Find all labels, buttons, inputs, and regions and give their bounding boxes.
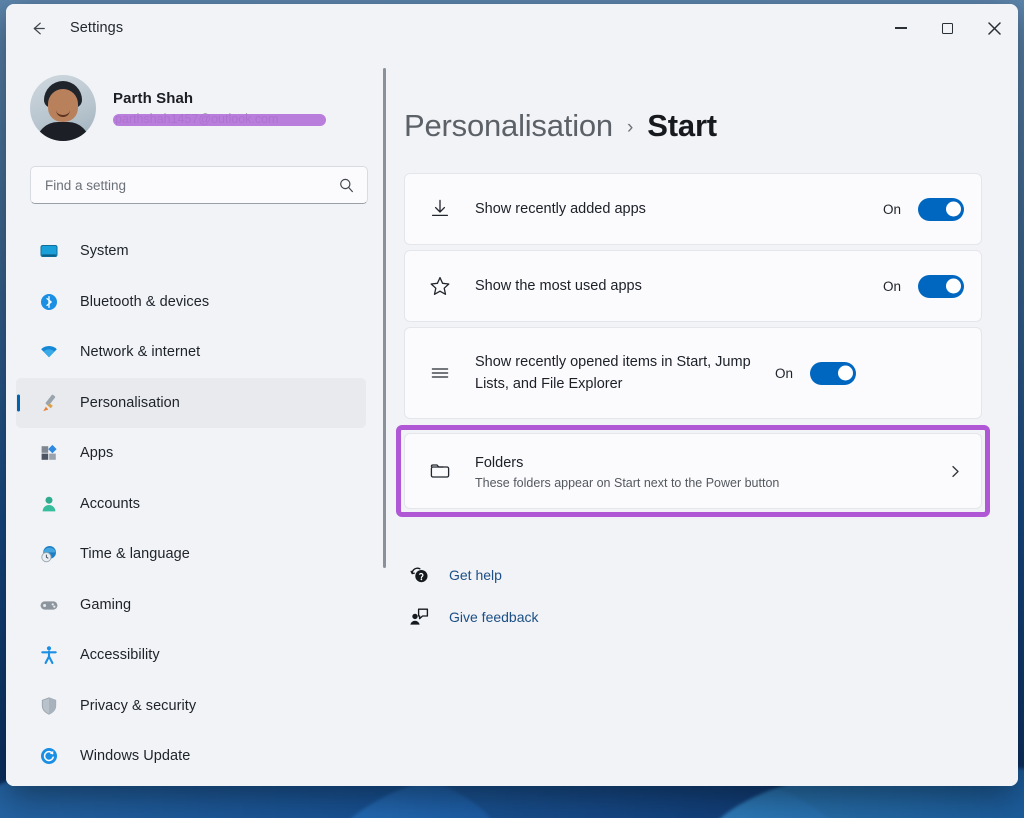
setting-row-recently-opened-items[interactable]: Show recently opened items in Start, Jum… (404, 327, 982, 419)
update-refresh-icon (38, 745, 60, 767)
window-title: Settings (70, 20, 124, 36)
paintbrush-icon (38, 392, 60, 414)
sidebar-item-accounts[interactable]: Accounts (16, 479, 366, 530)
toggle-switch[interactable] (918, 197, 964, 221)
maximize-icon (942, 22, 953, 34)
back-button[interactable] (20, 10, 56, 46)
title-bar: Settings (6, 4, 1018, 52)
folder-icon (427, 458, 453, 484)
sidebar-item-time-language[interactable]: Time & language (16, 529, 366, 580)
apps-grid-icon (38, 442, 60, 464)
sidebar-item-accessibility[interactable]: Accessibility (16, 630, 366, 681)
search-icon (338, 177, 355, 194)
minimize-button[interactable] (877, 4, 924, 52)
setting-title: Show the most used apps (475, 277, 642, 294)
toggle-state-label: On (882, 201, 901, 217)
folders-card-highlight-wrapper: Folders These folders appear on Start ne… (396, 425, 990, 517)
close-button[interactable] (971, 4, 1018, 52)
breadcrumb-separator: › (626, 117, 634, 138)
toggle-state-label: On (882, 278, 901, 294)
sidebar-item-label: Privacy & security (80, 697, 197, 714)
person-icon (38, 493, 60, 515)
star-icon (427, 273, 453, 299)
monitor-icon (38, 240, 60, 262)
sidebar-item-network-internet[interactable]: Network & internet (16, 327, 366, 378)
setting-row-recently-added-apps[interactable]: Show recently added apps On (404, 173, 982, 245)
shield-icon (38, 695, 60, 717)
breadcrumb-parent[interactable]: Personalisation (404, 108, 613, 144)
sidebar-item-label: Time & language (80, 546, 190, 563)
setting-row-folders[interactable]: Folders These folders appear on Start ne… (404, 433, 982, 509)
sidebar-item-label: Accounts (80, 495, 141, 512)
account-name: Parth Shah (113, 89, 194, 107)
sidebar: Parth Shah parthshah1457@outlook.com (6, 52, 390, 786)
setting-title: Show recently opened items in Start, Jum… (475, 353, 751, 392)
bluetooth-icon (38, 291, 60, 313)
clock-globe-icon (38, 543, 60, 565)
minimize-icon (894, 27, 907, 29)
link-give-feedback[interactable]: Give feedback (406, 596, 1018, 638)
gamepad-icon (38, 594, 60, 616)
setting-row-most-used-apps[interactable]: Show the most used apps On (404, 250, 982, 322)
toggle-switch[interactable] (810, 361, 857, 385)
link-label: Get help (449, 567, 502, 583)
desktop: Settings Parth Shah Find a setting Syste… (0, 0, 1024, 818)
sidebar-item-label: Bluetooth & devices (80, 293, 210, 310)
sidebar-item-windows-update[interactable]: Windows Update (16, 731, 366, 782)
setting-subtitle: These folders appear on Start next to th… (475, 475, 780, 490)
sidebar-item-system[interactable]: System (16, 226, 366, 277)
chevron-right-icon[interactable] (947, 463, 964, 480)
sidebar-scrollbar[interactable] (383, 68, 386, 568)
account-section[interactable]: Parth Shah parthshah1457@outlook.com (30, 72, 390, 144)
help-links: Get help Give feedback (406, 554, 1018, 638)
window-controls (877, 4, 1018, 52)
account-email-wrap: parthshah1457@outlook.com (113, 112, 328, 127)
sidebar-item-gaming[interactable]: Gaming (16, 580, 366, 631)
sidebar-item-privacy-security[interactable]: Privacy & security (16, 681, 366, 732)
sidebar-item-label: Accessibility (80, 647, 160, 664)
wifi-icon (38, 341, 60, 363)
sidebar-nav: System Bluetooth & devices Network & int… (6, 226, 380, 782)
sidebar-item-label: Network & internet (80, 344, 201, 361)
sidebar-item-label: Apps (80, 445, 114, 462)
close-icon (988, 21, 1001, 35)
breadcrumb: Personalisation › Start (404, 108, 1018, 144)
search-input[interactable] (45, 177, 338, 193)
link-get-help[interactable]: Get help (406, 554, 1018, 596)
maximize-button[interactable] (924, 4, 971, 52)
toggle-state-label: On (775, 365, 794, 381)
settings-card-list: Show recently added apps On Show the mos… (396, 173, 990, 517)
sidebar-item-bluetooth-devices[interactable]: Bluetooth & devices (16, 277, 366, 328)
toggle-switch[interactable] (918, 274, 964, 298)
window-body: Parth Shah parthshah1457@outlook.com (6, 52, 1018, 786)
setting-title: Show recently added apps (475, 200, 646, 217)
sidebar-item-label: Gaming (80, 596, 132, 613)
list-lines-icon (427, 360, 453, 386)
link-label: Give feedback (449, 609, 539, 625)
setting-title: Folders (475, 455, 524, 472)
download-icon (427, 196, 453, 222)
avatar[interactable] (30, 75, 96, 141)
page-title: Start (647, 108, 717, 143)
search-box[interactable] (30, 166, 368, 204)
sidebar-item-personalisation[interactable]: Personalisation (16, 377, 366, 428)
main-content: Personalisation › Start Show recently ad… (390, 52, 1018, 786)
sidebar-item-label: Personalisation (80, 394, 180, 411)
sidebar-item-label: System (80, 243, 129, 260)
email-redaction-bar (113, 113, 326, 126)
feedback-person-icon (406, 604, 432, 630)
sidebar-item-label: Windows Update (80, 748, 191, 765)
accessibility-icon (38, 644, 60, 666)
sidebar-item-apps[interactable]: Apps (16, 428, 366, 479)
settings-window: Settings Parth Shah Find a setting Syste… (6, 4, 1018, 786)
help-question-icon (406, 562, 432, 588)
arrow-left-icon (33, 22, 45, 34)
